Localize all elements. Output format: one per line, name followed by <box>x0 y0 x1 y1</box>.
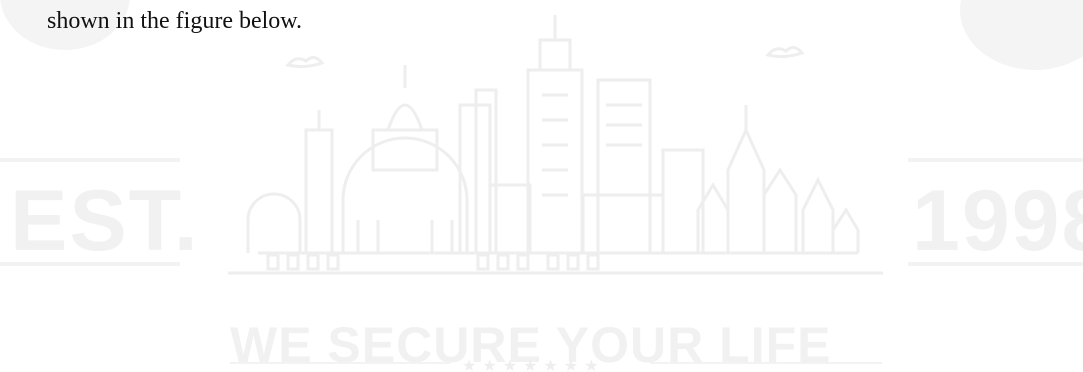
watermark-rule-left-top <box>0 158 180 162</box>
watermark-skyline-illustration <box>228 15 883 275</box>
watermark-est-text: EST. <box>10 173 200 269</box>
document-page: EST. 1998 <box>0 0 1083 372</box>
document-text-line: shown in the figure below. <box>47 8 303 34</box>
watermark-slogan-rule-right <box>650 362 882 364</box>
watermark: EST. 1998 <box>0 0 1083 372</box>
watermark-year-text: 1998 <box>912 173 1083 269</box>
watermark-stars: ★★★★★★★ <box>462 356 605 372</box>
watermark-slogan-rule-left <box>230 362 450 364</box>
watermark-rule-right-top <box>908 158 1083 162</box>
watermark-top-shape-right <box>960 0 1083 70</box>
